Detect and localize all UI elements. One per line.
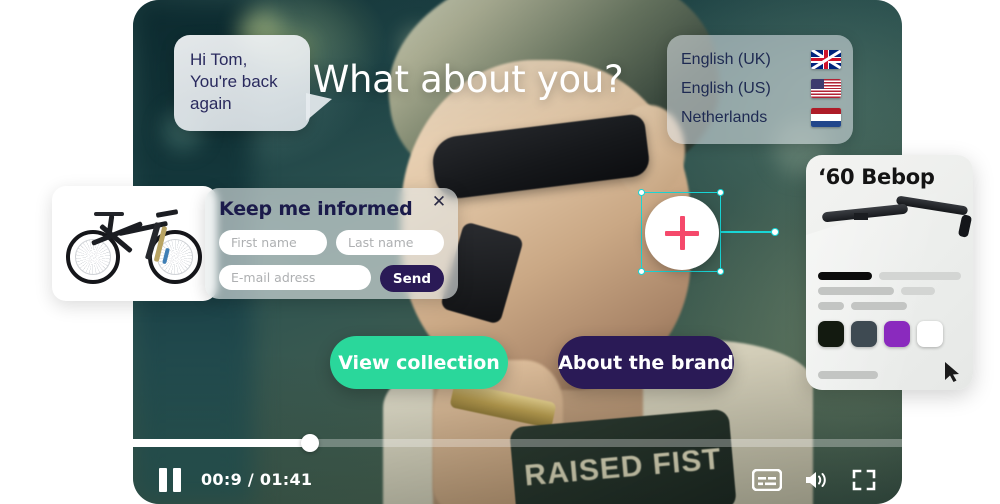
form-title: Keep me informed (219, 198, 413, 220)
color-swatch-3[interactable] (884, 321, 910, 347)
form-row-email: E-mail adress Send (219, 265, 444, 292)
resize-handle-top-right[interactable] (717, 189, 724, 196)
color-swatch-group[interactable] (818, 321, 961, 347)
hotspot-editor[interactable] (638, 189, 779, 275)
view-collection-button[interactable]: View collection (330, 336, 508, 389)
product-text-placeholder-row (818, 371, 878, 379)
language-option-english-us[interactable]: English (US) (681, 74, 841, 103)
product-text-placeholder-row (818, 302, 961, 310)
fullscreen-icon[interactable] (852, 469, 876, 491)
product-title: ‘60 Bebop (818, 165, 935, 189)
speech-bubble-line-3: again (190, 94, 232, 113)
product-text-placeholder-row (818, 272, 961, 280)
language-option-label: Netherlands (681, 108, 768, 126)
progress-handle[interactable] (300, 434, 319, 452)
sunglasses-product-card[interactable]: ‘60 Bebop (806, 155, 973, 390)
color-swatch-2[interactable] (851, 321, 877, 347)
progress-fill (133, 439, 310, 447)
language-option-label: English (UK) (681, 50, 771, 68)
last-name-input[interactable]: Last name (336, 230, 444, 255)
bike-product-card[interactable] (52, 186, 217, 301)
mountain-bike-product-image (52, 186, 217, 301)
player-controls: 00:9 / 01:41 (133, 455, 902, 504)
email-input[interactable]: E-mail adress (219, 265, 371, 290)
send-button[interactable]: Send (380, 265, 444, 292)
black-sunglasses-product-image (818, 193, 973, 265)
language-option-english-uk[interactable]: English (UK) (681, 45, 841, 74)
resize-handle-top-left[interactable] (638, 189, 645, 196)
language-option-netherlands[interactable]: Netherlands (681, 103, 841, 132)
speech-bubble: Hi Tom, You're back again (174, 35, 332, 131)
form-row-names: First name Last name (219, 230, 444, 255)
lead-capture-form[interactable]: Keep me informed ✕ First name Last name … (205, 188, 458, 299)
progress-bar[interactable] (133, 434, 902, 452)
close-icon[interactable]: ✕ (431, 193, 447, 210)
about-the-brand-button[interactable]: About the brand (558, 336, 734, 389)
speech-bubble-tail (306, 93, 332, 121)
plus-icon (665, 230, 699, 236)
player-controls-right (752, 468, 876, 491)
flag-us-icon (811, 79, 841, 98)
color-swatch-4[interactable] (917, 321, 943, 347)
hotspot-add-button[interactable] (645, 196, 719, 270)
rotate-handle[interactable] (771, 227, 779, 236)
speech-bubble-line-1: Hi Tom, (190, 50, 248, 69)
time-display: 00:9 / 01:41 (201, 470, 313, 489)
pause-icon[interactable] (159, 467, 181, 492)
resize-handle-bottom-left[interactable] (638, 268, 645, 275)
language-option-label: English (US) (681, 79, 771, 97)
language-selector[interactable]: English (UK) English (US) Netherlands (667, 35, 853, 144)
cursor-arrow-icon (943, 361, 961, 383)
flag-nl-icon (811, 108, 841, 127)
captions-icon[interactable] (752, 468, 782, 491)
color-swatch-1[interactable] (818, 321, 844, 347)
first-name-input[interactable]: First name (219, 230, 327, 255)
product-text-placeholder-row (818, 287, 961, 295)
product-card-footer (818, 361, 961, 383)
volume-icon[interactable] (804, 469, 830, 491)
speech-bubble-line-2: You're back (190, 72, 278, 91)
resize-handle-bottom-right[interactable] (717, 268, 724, 275)
screenshot-root: RAISED FIST What about you? Hi Tom, You'… (0, 0, 1000, 504)
flag-uk-icon (811, 50, 841, 69)
rotate-connector (721, 231, 773, 233)
